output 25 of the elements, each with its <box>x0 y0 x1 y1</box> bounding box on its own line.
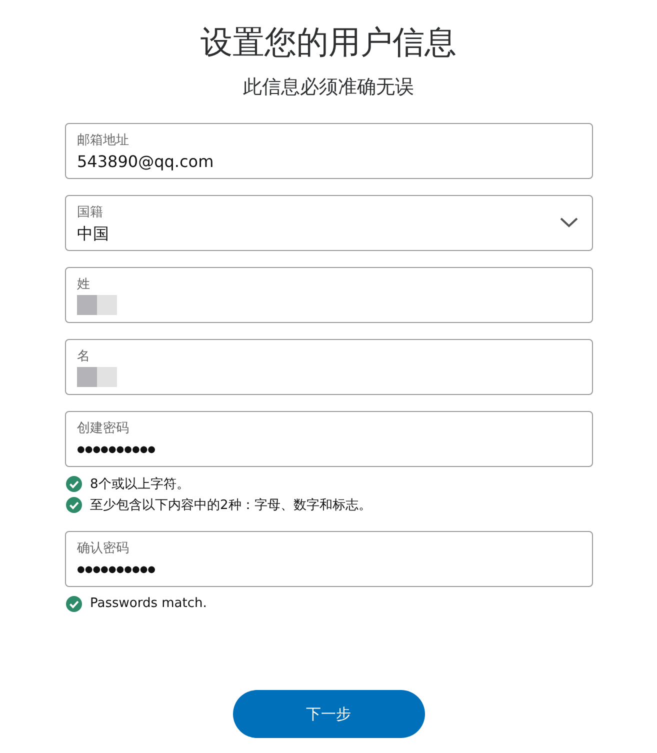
field-label: 姓 <box>77 277 90 293</box>
page-title: 设置您的用户信息 <box>200 22 456 62</box>
field-label: 创建密码 <box>77 421 129 437</box>
input-field[interactable]: 邮箱地址 543890@qq.com <box>65 123 593 179</box>
requirement-text: 至少包含以下内容中的2种：字母、数字和标志。 <box>90 496 372 514</box>
input-field[interactable]: 名 <box>65 339 593 395</box>
field-label: 国籍 <box>77 205 103 221</box>
masked-password: ●●●●●●●●●● <box>77 564 156 577</box>
password-field[interactable]: 创建密码 ●●●●●●●●●● <box>65 411 593 467</box>
next-button[interactable]: 下一步 <box>232 690 424 738</box>
requirement-text: Passwords match. <box>90 596 207 611</box>
masked-password: ●●●●●●●●●● <box>77 444 156 457</box>
field-label: 名 <box>77 349 90 365</box>
chevron-down-icon[interactable] <box>560 217 578 228</box>
dropdown-field[interactable]: 国籍 中国 <box>65 195 593 251</box>
field-label: 邮箱地址 <box>77 133 129 149</box>
blurred-value <box>77 367 117 387</box>
password-field[interactable]: 确认密码 ●●●●●●●●●● <box>65 531 593 587</box>
field-label: 确认密码 <box>77 541 129 557</box>
input-field[interactable]: 姓 <box>65 267 593 323</box>
field-value: 中国 <box>77 223 109 245</box>
field-value: 543890@qq.com <box>77 151 214 173</box>
page-subtitle: 此信息必须准确无误 <box>243 75 414 100</box>
requirement-text: 8个或以上字符。 <box>90 476 190 492</box>
blurred-value <box>77 295 117 315</box>
